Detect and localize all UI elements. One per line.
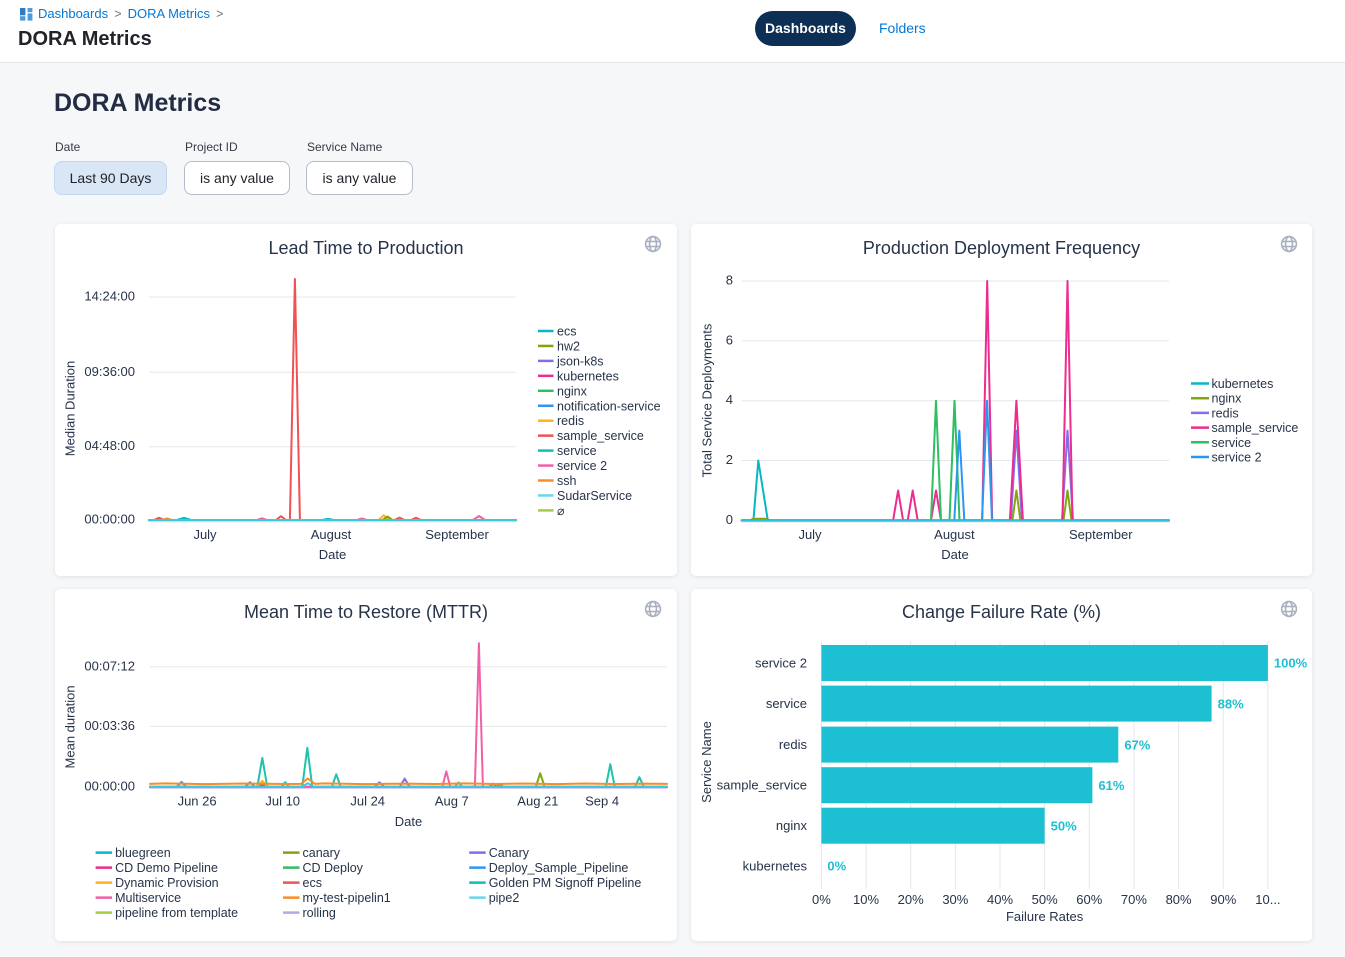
svg-text:Multiservice: Multiservice	[115, 891, 181, 905]
svg-text:00:00:00: 00:00:00	[84, 778, 135, 793]
svg-text:100%: 100%	[1274, 656, 1308, 671]
svg-text:redis: redis	[557, 414, 584, 428]
svg-text:4: 4	[726, 392, 733, 407]
svg-text:60%: 60%	[1076, 892, 1102, 907]
svg-text:Service Name: Service Name	[699, 721, 714, 803]
svg-text:Canary: Canary	[489, 846, 530, 860]
svg-text:40%: 40%	[987, 892, 1013, 907]
svg-text:service: service	[557, 444, 597, 458]
svg-text:service 2: service 2	[557, 459, 607, 473]
svg-text:sample_service: sample_service	[557, 429, 644, 443]
svg-text:Jul 10: Jul 10	[265, 794, 300, 809]
svg-text:Aug 7: Aug 7	[435, 794, 469, 809]
svg-text:nginx: nginx	[1212, 392, 1243, 406]
svg-text:90%: 90%	[1210, 892, 1236, 907]
svg-text:Mean Time to Restore (MTTR): Mean Time to Restore (MTTR)	[244, 602, 488, 622]
svg-text:notification-service: notification-service	[557, 399, 661, 413]
svg-text:July: July	[193, 527, 217, 542]
svg-text:Date: Date	[941, 547, 968, 562]
svg-text:Lead Time to Production: Lead Time to Production	[268, 238, 463, 258]
svg-text:0: 0	[726, 512, 733, 527]
svg-text:sample_service: sample_service	[717, 778, 807, 793]
svg-text:8: 8	[726, 272, 733, 287]
svg-text:my-test-pipelin1: my-test-pipelin1	[303, 891, 391, 905]
svg-text:67%: 67%	[1124, 737, 1150, 752]
svg-text:service: service	[766, 696, 807, 711]
svg-text:Median Duration: Median Duration	[63, 361, 78, 456]
svg-text:09:36:00: 09:36:00	[84, 364, 135, 379]
svg-text:Jun 26: Jun 26	[178, 794, 217, 809]
svg-text:September: September	[1069, 527, 1133, 542]
svg-text:json-k8s: json-k8s	[556, 354, 604, 368]
svg-text:0%: 0%	[812, 892, 831, 907]
svg-text:70%: 70%	[1121, 892, 1147, 907]
svg-text:61%: 61%	[1098, 778, 1124, 793]
svg-text:88%: 88%	[1218, 696, 1244, 711]
svg-text:Failure Rates: Failure Rates	[1006, 909, 1084, 924]
svg-text:50%: 50%	[1051, 818, 1077, 833]
svg-text:Deploy_Sample_Pipeline: Deploy_Sample_Pipeline	[489, 861, 629, 875]
svg-text:service 2: service 2	[755, 656, 807, 671]
svg-text:kubernetes: kubernetes	[743, 858, 808, 873]
svg-text:10...: 10...	[1255, 892, 1280, 907]
svg-text:CD Demo Pipeline: CD Demo Pipeline	[115, 861, 218, 875]
svg-text:30%: 30%	[942, 892, 968, 907]
svg-text:July: July	[798, 527, 822, 542]
svg-text:00:07:12: 00:07:12	[84, 658, 135, 673]
svg-text:service: service	[1212, 436, 1252, 450]
svg-text:August: August	[934, 527, 975, 542]
svg-text:2: 2	[726, 452, 733, 467]
svg-text:Golden PM Signoff Pipeline: Golden PM Signoff Pipeline	[489, 876, 642, 890]
svg-text:Mean duration: Mean duration	[63, 685, 78, 768]
svg-text:Change Failure Rate (%): Change Failure Rate (%)	[902, 602, 1101, 622]
svg-text:sample_service: sample_service	[1212, 421, 1299, 435]
svg-text:pipeline from template: pipeline from template	[115, 906, 238, 920]
svg-text:canary: canary	[303, 846, 341, 860]
svg-text:nginx: nginx	[557, 384, 588, 398]
svg-text:nginx: nginx	[776, 818, 808, 833]
svg-text:Production Deployment Frequenc: Production Deployment Frequency	[863, 238, 1140, 258]
svg-text:00:03:36: 00:03:36	[84, 718, 135, 733]
svg-text:00:00:00: 00:00:00	[84, 512, 135, 527]
svg-text:6: 6	[726, 332, 733, 347]
svg-text:CD Deploy: CD Deploy	[303, 861, 364, 875]
svg-text:Sep 4: Sep 4	[585, 794, 619, 809]
svg-text:14:24:00: 14:24:00	[84, 289, 135, 304]
svg-text:Dynamic Provision: Dynamic Provision	[115, 876, 219, 890]
svg-text:50%: 50%	[1032, 892, 1058, 907]
svg-text:redis: redis	[1212, 406, 1239, 420]
svg-text:20%: 20%	[898, 892, 924, 907]
svg-text:Total Service Deployments: Total Service Deployments	[700, 323, 715, 477]
svg-text:August: August	[311, 527, 352, 542]
svg-text:pipe2: pipe2	[489, 891, 520, 905]
svg-text:⌀: ⌀	[557, 504, 565, 518]
svg-text:redis: redis	[779, 737, 808, 752]
svg-text:rolling: rolling	[303, 906, 336, 920]
svg-text:Aug 21: Aug 21	[517, 794, 558, 809]
svg-text:service 2: service 2	[1212, 451, 1262, 465]
svg-text:ssh: ssh	[557, 474, 577, 488]
svg-text:80%: 80%	[1166, 892, 1192, 907]
svg-text:kubernetes: kubernetes	[1212, 377, 1274, 391]
svg-text:ecs: ecs	[557, 325, 576, 339]
svg-text:kubernetes: kubernetes	[557, 369, 619, 383]
svg-text:bluegreen: bluegreen	[115, 846, 171, 860]
svg-text:Jul 24: Jul 24	[350, 794, 385, 809]
svg-text:10%: 10%	[853, 892, 879, 907]
svg-text:Date: Date	[319, 547, 346, 562]
svg-text:hw2: hw2	[557, 339, 580, 353]
svg-text:SudarService: SudarService	[557, 489, 632, 503]
svg-text:0%: 0%	[827, 859, 846, 874]
svg-text:Date: Date	[395, 814, 422, 829]
svg-text:04:48:00: 04:48:00	[84, 438, 135, 453]
svg-text:ecs: ecs	[303, 876, 322, 890]
svg-text:September: September	[425, 527, 489, 542]
